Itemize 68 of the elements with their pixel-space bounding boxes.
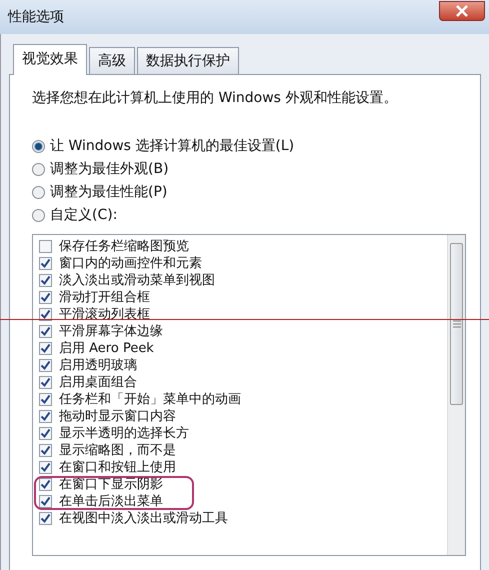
scrollbar[interactable] xyxy=(447,235,465,555)
checkbox[interactable] xyxy=(39,291,52,304)
close-button[interactable] xyxy=(439,1,485,21)
check-icon xyxy=(40,394,51,405)
checkbox-label[interactable]: 显示半透明的选择长方 xyxy=(59,426,189,441)
check-icon xyxy=(40,479,51,490)
checkbox[interactable] xyxy=(39,427,52,440)
checkbox-label[interactable]: 启用 Aero Peek xyxy=(59,341,154,356)
check-icon xyxy=(40,513,51,524)
checkbox[interactable] xyxy=(39,444,52,457)
check-icon xyxy=(40,309,51,320)
check-icon xyxy=(40,496,51,507)
checkbox-label[interactable]: 启用透明玻璃 xyxy=(59,358,137,373)
tab[interactable]: 高级 xyxy=(89,47,135,74)
check-icon xyxy=(40,462,51,473)
tab[interactable]: 数据执行保护 xyxy=(137,47,239,74)
checkbox-label[interactable]: 淡入淡出或滑动菜单到视图 xyxy=(59,273,215,288)
radio-button[interactable] xyxy=(32,140,45,152)
checkbox-label[interactable]: 平滑滚动列表框 xyxy=(59,307,150,322)
checkbox[interactable] xyxy=(39,359,52,372)
checkbox-label[interactable]: 在视图中淡入淡出或滑动工具 xyxy=(59,511,228,526)
radio-label[interactable]: 调整为最佳性能(P) xyxy=(50,183,168,201)
radio-button[interactable] xyxy=(32,186,45,198)
checkbox[interactable] xyxy=(39,461,52,474)
checkbox[interactable] xyxy=(39,308,52,321)
checkbox-label[interactable]: 保存任务栏缩略图预览 xyxy=(59,239,189,254)
check-icon xyxy=(40,445,51,456)
checkbox[interactable] xyxy=(39,342,52,355)
checkbox-label[interactable]: 显示缩略图，而不是 xyxy=(59,443,176,458)
checkbox[interactable] xyxy=(39,274,52,287)
checkbox-label[interactable]: 拖动时显示窗口内容 xyxy=(59,409,176,424)
checkbox[interactable] xyxy=(39,410,52,423)
window-title: 性能选项 xyxy=(8,8,64,26)
grip-icon xyxy=(452,320,460,328)
checkbox-label[interactable]: 在单击后淡出菜单 xyxy=(59,494,163,509)
check-icon xyxy=(40,258,51,269)
checkbox-label[interactable]: 平滑屏幕字体边缘 xyxy=(59,324,163,339)
radio-label[interactable]: 自定义(C): xyxy=(50,206,118,224)
check-icon xyxy=(40,292,51,303)
checkbox[interactable] xyxy=(39,376,52,389)
checkbox-label[interactable]: 在窗口和按钮上使用 xyxy=(59,460,176,475)
checkbox[interactable] xyxy=(39,478,52,491)
check-icon xyxy=(40,275,51,286)
checkbox-label[interactable]: 启用桌面组合 xyxy=(59,375,137,390)
checkbox[interactable] xyxy=(39,257,52,270)
check-icon xyxy=(40,360,51,371)
radio-button[interactable] xyxy=(32,208,45,222)
checkbox[interactable] xyxy=(39,393,52,406)
checkbox[interactable] xyxy=(39,240,52,253)
close-icon xyxy=(455,5,469,17)
checkbox-label[interactable]: 在窗口下显示阴影 xyxy=(59,477,163,492)
radio-label[interactable]: 让 Windows 选择计算机的最佳设置(L) xyxy=(50,137,294,155)
checkbox[interactable] xyxy=(39,512,52,525)
check-icon xyxy=(40,377,51,388)
checkbox-label[interactable]: 任务栏和「开始」菜单中的动画 xyxy=(59,392,241,407)
check-icon xyxy=(40,411,51,422)
checkbox-label[interactable]: 窗口内的动画控件和元素 xyxy=(59,256,202,271)
check-icon xyxy=(40,428,51,439)
checkbox-label[interactable]: 滑动打开组合框 xyxy=(59,290,150,305)
intro-text: 选择您想在此计算机上使用的 Windows 外观和性能设置。 xyxy=(32,89,398,107)
radio-button[interactable] xyxy=(32,162,45,176)
checkbox[interactable] xyxy=(39,325,52,338)
tab[interactable]: 视觉效果 xyxy=(13,44,87,75)
scrollbar-thumb[interactable] xyxy=(450,243,463,405)
checkbox[interactable] xyxy=(39,495,52,508)
check-icon xyxy=(40,326,51,337)
radio-label[interactable]: 调整为最佳外观(B) xyxy=(50,160,169,178)
check-icon xyxy=(40,343,51,354)
